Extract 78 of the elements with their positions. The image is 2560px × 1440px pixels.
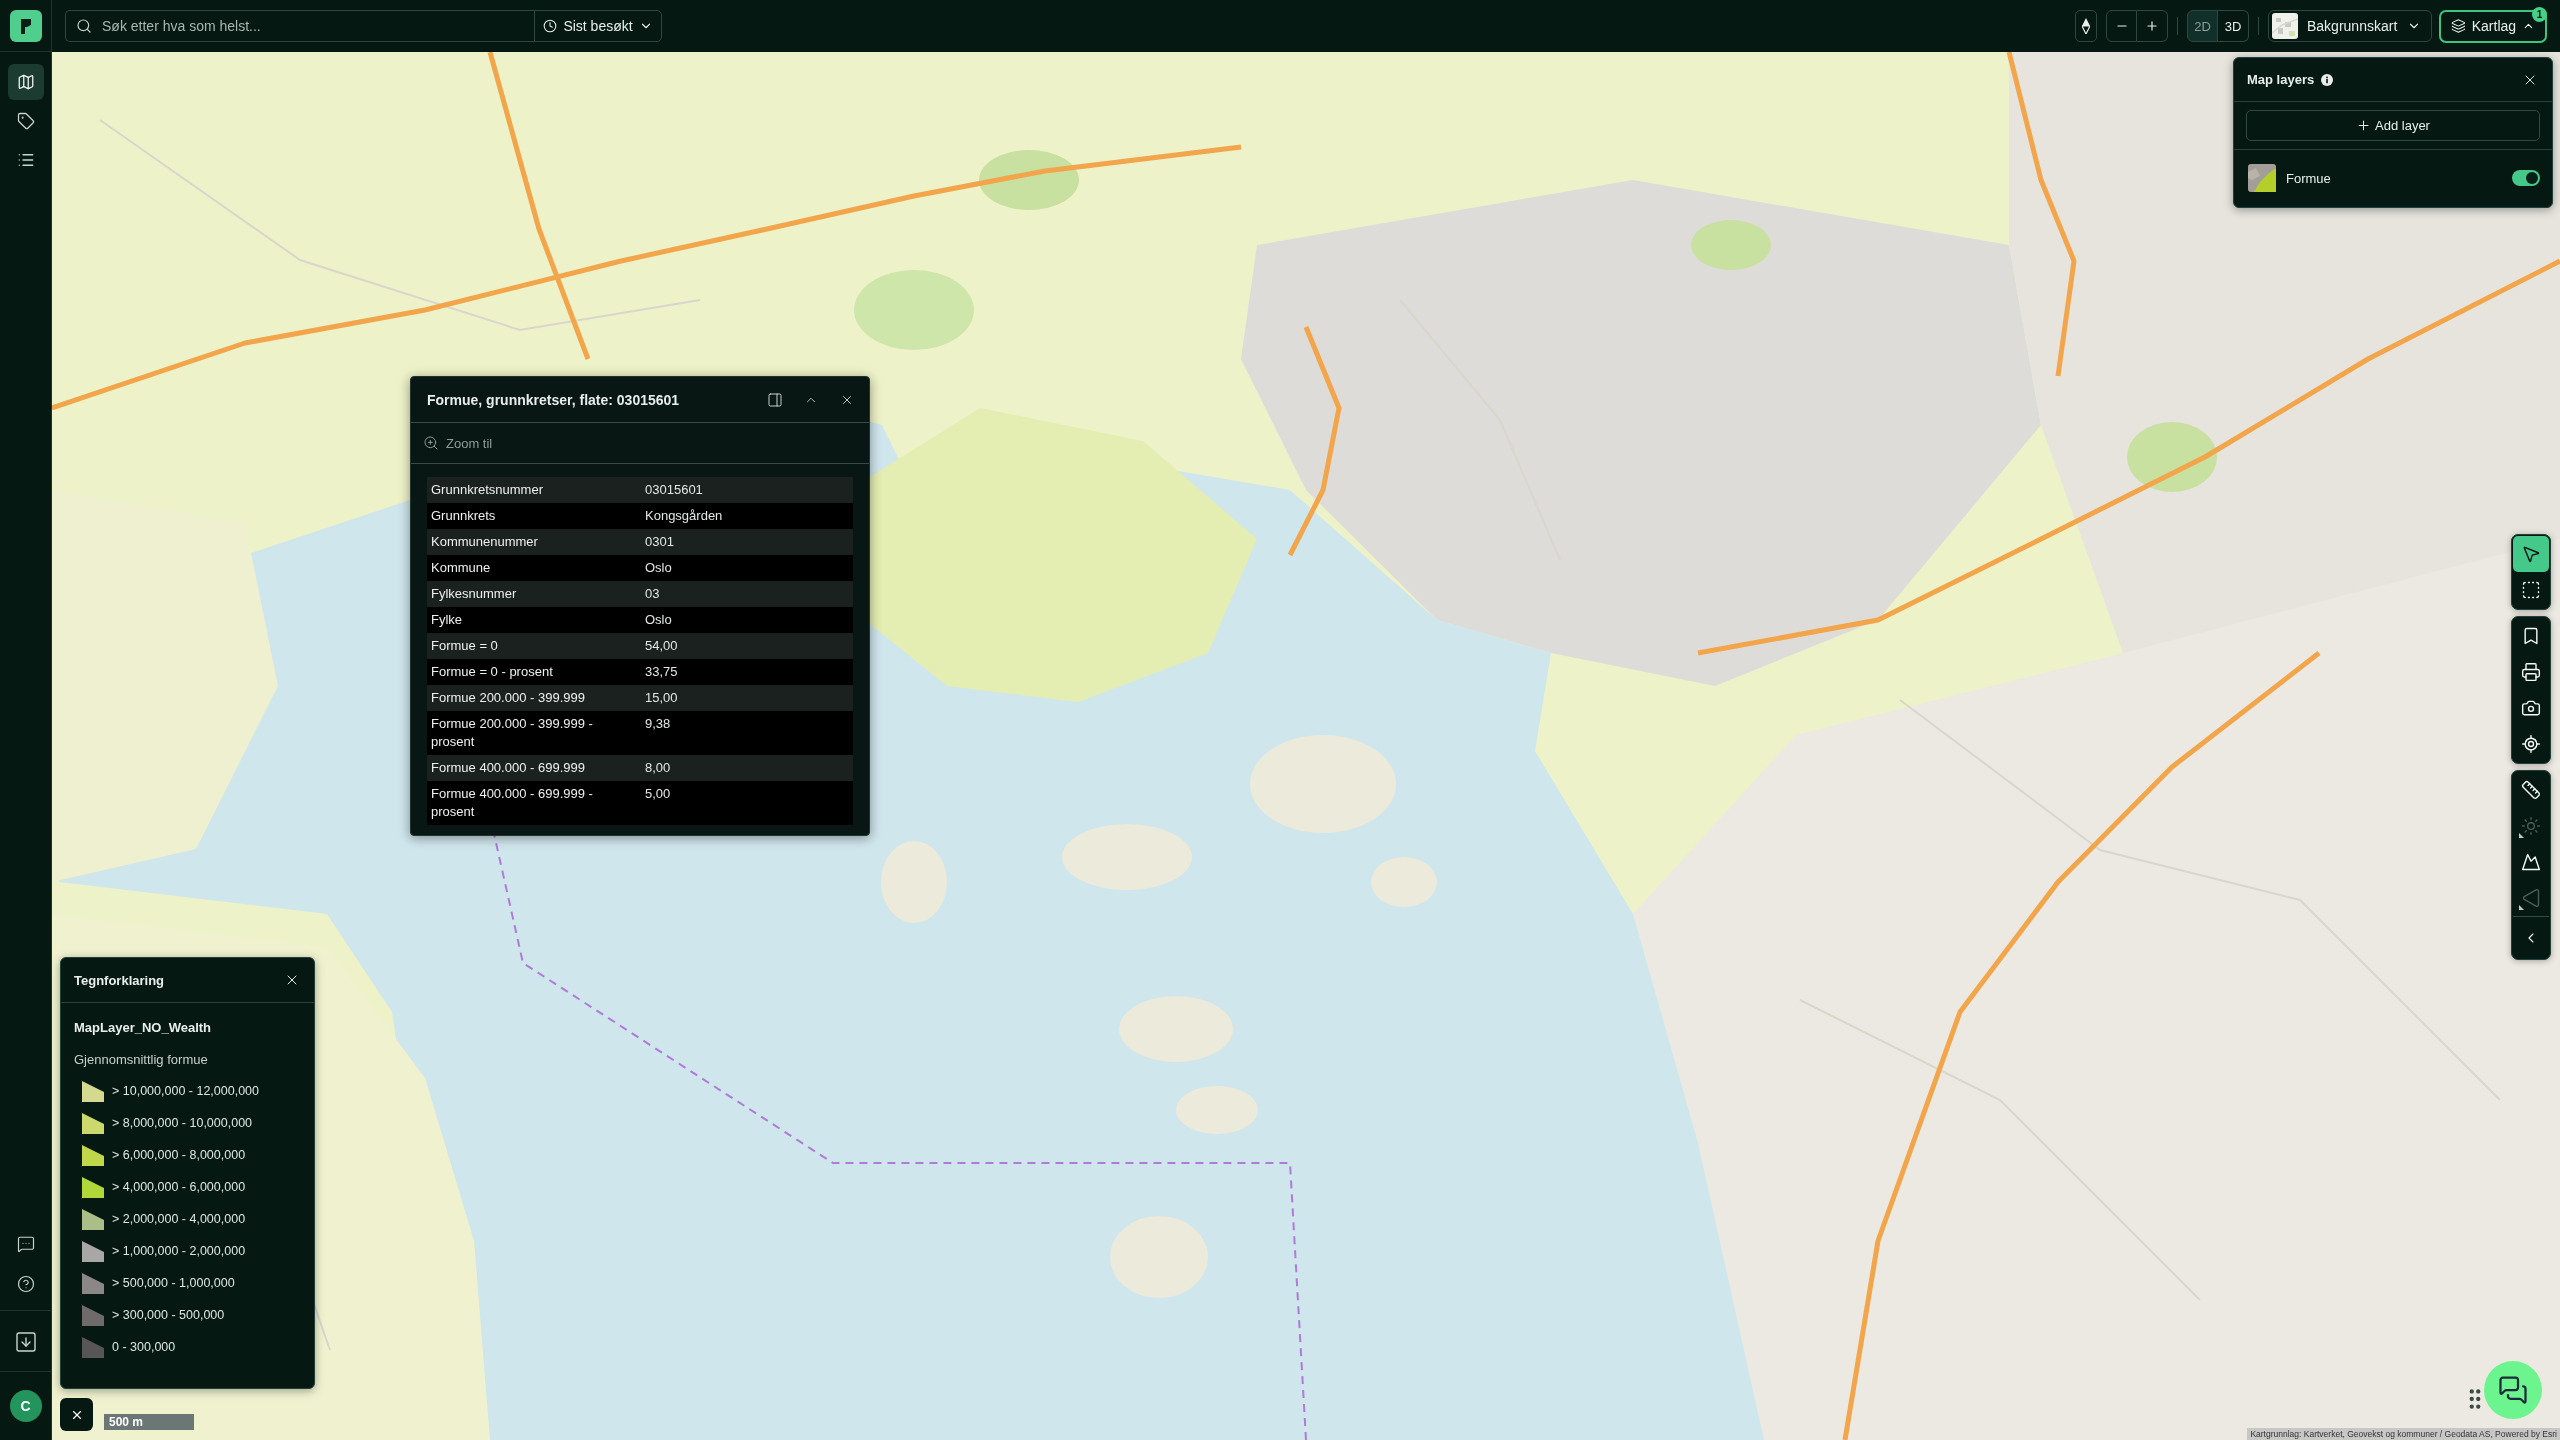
view-mode-button[interactable]: 3D <box>2218 10 2249 42</box>
legend-layer-name: MapLayer_NO_Wealth <box>74 1019 213 1037</box>
square-arrow-down-icon <box>13 1330 38 1354</box>
compass-button[interactable] <box>2075 10 2097 42</box>
chat-bubble-icon <box>16 1235 35 1253</box>
attribution-text: Kartgrunnlag: Kartverket, Geovekst og kommuner / Geodata AS, Powered by Esri <box>2247 1428 2560 1440</box>
map-layers-button[interactable]: Kartlag 1 <box>2439 9 2547 43</box>
field-value: 03 <box>645 585 661 603</box>
field-value: 15,00 <box>645 689 679 707</box>
add-layer-button[interactable]: Add layer <box>2246 110 2540 141</box>
field-name: Formue 400.000 - 699.999 <box>431 759 586 777</box>
logo-icon[interactable] <box>9 9 42 42</box>
popup-title: Formue, grunnkretser, flate: 03015601 <box>427 391 680 408</box>
select-tool-button[interactable] <box>2513 536 2549 572</box>
field-value: 54,00 <box>645 637 679 655</box>
legend-label: > 1,000,000 - 2,000,000 <box>112 1244 246 1258</box>
scale-bar: 500 m <box>104 1414 194 1430</box>
plus-icon <box>2145 19 2159 33</box>
field-value: 5,00 <box>645 785 672 803</box>
info-icon[interactable] <box>2321 73 2334 86</box>
field-name: Kommunenummer <box>431 533 539 551</box>
field-name: Formue = 0 - prosent <box>431 663 554 681</box>
panel-title: Map layers <box>2247 72 2315 87</box>
field-value: 8,00 <box>645 759 672 777</box>
basemap-dropdown[interactable]: Bakgrunnskart <box>2268 10 2432 42</box>
field-name: Formue 200.000 - 399.999 - prosent <box>431 715 594 751</box>
field-name: Grunnkretsnummer <box>431 481 544 499</box>
layer-toggle[interactable] <box>2512 170 2540 186</box>
field-name: Formue 200.000 - 399.999 <box>431 689 586 707</box>
corner-triangle-icon <box>2519 905 2524 910</box>
search-field[interactable]: Søk etter hva som helst... <box>65 10 534 42</box>
tag-icon <box>16 112 35 130</box>
recent-dropdown[interactable]: Sist besøkt <box>534 10 662 42</box>
zoom-to-button[interactable]: Zoom til <box>423 435 493 451</box>
search-icon <box>76 18 92 34</box>
field-value: Oslo <box>645 559 673 577</box>
legend-label: > 4,000,000 - 6,000,000 <box>112 1180 246 1194</box>
legend-label: > 2,000,000 - 4,000,000 <box>112 1212 246 1226</box>
map-thumbnail-icon <box>2272 13 2298 39</box>
field-name: Formue = 0 <box>431 637 499 655</box>
field-value: 9,38 <box>645 715 672 733</box>
field-value: 0301 <box>645 533 675 551</box>
list-icon <box>16 151 35 169</box>
field-name: Fylke <box>431 611 464 629</box>
legend-title: Tegnforklaring <box>74 972 165 988</box>
field-value: Oslo <box>645 611 673 629</box>
legend-label: > 500,000 - 1,000,000 <box>112 1276 235 1290</box>
field-name: Kommune <box>431 559 492 577</box>
clock-icon <box>543 19 558 33</box>
corner-triangle-icon <box>2519 833 2524 838</box>
panel-icon <box>767 391 783 408</box>
help-icon <box>16 1275 35 1293</box>
layer-thumbnail-icon <box>2248 164 2276 192</box>
legend-subtitle: Gjennomsnittlig formue <box>74 1051 209 1069</box>
layer-name: Formue <box>2286 170 2331 186</box>
field-name: Fylkesnummer <box>431 585 518 603</box>
field-value: 33,75 <box>645 663 679 681</box>
map-icon <box>16 73 35 91</box>
field-value: 03015601 <box>645 481 704 499</box>
legend-label: > 8,000,000 - 10,000,000 <box>112 1116 253 1130</box>
layers-icon <box>2451 18 2466 34</box>
plus-icon <box>2356 118 2372 133</box>
map-nav-button[interactable] <box>7 64 44 100</box>
zoom-in-icon <box>423 435 439 451</box>
compass-needle-icon <box>2082 18 2090 34</box>
legend-label: > 300,000 - 500,000 <box>112 1308 225 1322</box>
field-value: Kongsgården <box>645 507 724 525</box>
count-badge: 1 <box>2532 6 2547 22</box>
legend-label: > 10,000,000 - 12,000,000 <box>112 1084 259 1098</box>
close-button[interactable] <box>60 1398 93 1431</box>
legend-label: 0 - 300,000 <box>112 1340 176 1354</box>
legend-label: > 6,000,000 - 8,000,000 <box>112 1148 246 1162</box>
chat-icon <box>2498 1375 2528 1405</box>
user-avatar[interactable]: C <box>9 1390 42 1422</box>
field-name: Formue 400.000 - 699.999 - prosent <box>431 785 594 821</box>
view-mode-button[interactable]: 2D <box>2187 10 2218 42</box>
zoom-in-button[interactable] <box>2137 10 2168 42</box>
field-name: Grunnkrets <box>431 507 497 525</box>
